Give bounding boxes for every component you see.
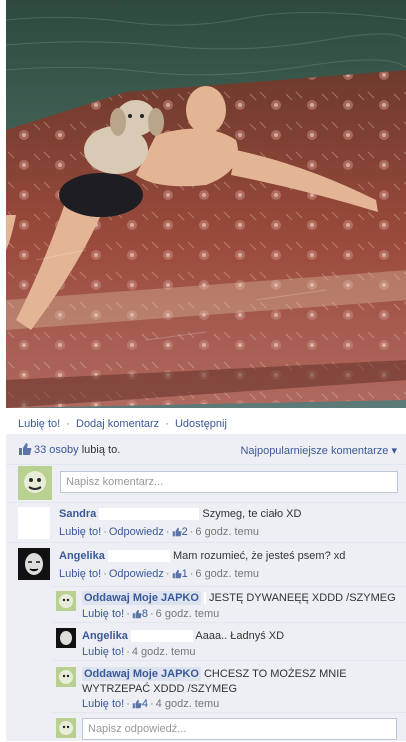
redacted-name	[107, 550, 170, 563]
reply-like-link[interactable]: Lubię to!	[82, 608, 124, 620]
avatar	[18, 507, 50, 539]
reply-meta: Lubię to! · 8 · 6 godz. temu	[82, 608, 220, 620]
comment-author[interactable]: Angelika	[59, 550, 105, 562]
reply-author[interactable]: Angelika	[82, 630, 128, 642]
comment-body: Angelika Mam rozumieć, że jesteś psem? x…	[59, 550, 346, 563]
reply-meta: Lubię to! · 4 godz. temu	[82, 646, 196, 658]
comment-reply-link[interactable]: Odpowiedz	[109, 568, 164, 580]
reply-composer: Napisz odpowiedź...	[52, 712, 406, 742]
likes-count[interactable]: 33 osoby	[34, 444, 79, 456]
reply-text: JESTĘ DYWANEĘĘ XDDD /SZYMEG	[209, 592, 396, 604]
reply-input[interactable]: Napisz odpowiedź...	[82, 718, 397, 740]
thumbs-up-icon	[132, 609, 142, 619]
thumbs-up-icon	[172, 527, 182, 537]
reply-time[interactable]: 4 godz. temu	[156, 698, 220, 710]
reply-body: Oddawaj Moje JAPKO CHCESZ TO MOŻESZ MNIE	[82, 667, 347, 681]
comment-likes-count[interactable]: 1	[182, 568, 188, 580]
redacted-name	[203, 592, 206, 605]
reply-body: Angelika Aaaa.. Ładnyś XD	[82, 630, 285, 643]
sort-comments-dropdown[interactable]: Najpopularniejsze komentarze ▾	[240, 444, 397, 457]
comment-meta: Lubię to! · Odpowiedz · 2 · 6 godz. temu	[59, 526, 259, 538]
reply-text: Aaaa.. Ładnyś XD	[195, 630, 285, 642]
avatar	[18, 466, 52, 500]
avatar	[18, 548, 50, 580]
comment: Angelika Mam rozumieć, że jesteś psem? x…	[6, 542, 406, 587]
avatar	[56, 591, 76, 611]
reply-body: Oddawaj Moje JAPKO JESTĘ DYWANEĘĘ XDDD /…	[82, 591, 396, 605]
post-photo[interactable]	[6, 0, 406, 408]
comment-composer: Napisz komentarz...	[6, 464, 406, 503]
avatar	[56, 718, 76, 738]
avatar	[56, 667, 76, 687]
reply-text-line2: WYTRZEPAĆ XDDD /SZYMEG	[82, 683, 238, 695]
post-actions: Lubię to! · Dodaj komentarz · Udostępnij	[18, 418, 227, 430]
separator: ·	[165, 418, 169, 430]
thumbs-up-icon	[172, 569, 182, 579]
likes-summary: 33 osoby lubią to. Najpopularniejsze kom…	[6, 434, 406, 464]
comment-input[interactable]: Napisz komentarz...	[60, 471, 398, 493]
reply: Oddawaj Moje JAPKO JESTĘ DYWANEĘĘ XDDD /…	[52, 586, 406, 623]
comment: Sandra Szymeg, te ciało XD Lubię to! · Odp…	[6, 502, 406, 543]
thumbs-up-icon	[132, 699, 142, 709]
reply-like-link[interactable]: Lubię to!	[82, 698, 124, 710]
separator: ·	[66, 418, 70, 430]
comments-panel: 33 osoby lubią to. Najpopularniejsze kom…	[6, 434, 406, 741]
comment-likes-count[interactable]: 2	[182, 526, 188, 538]
comment-time[interactable]: 6 godz. temu	[195, 568, 259, 580]
redacted-name	[130, 630, 193, 643]
like-post-link[interactable]: Lubię to!	[18, 418, 60, 430]
reply-meta: Lubię to! · 4 · 4 godz. temu	[82, 698, 220, 710]
comment-like-link[interactable]: Lubię to!	[59, 568, 101, 580]
reply-time[interactable]: 4 godz. temu	[132, 646, 196, 658]
reply: Oddawaj Moje JAPKO CHCESZ TO MOŻESZ MNIE…	[52, 660, 406, 713]
redacted-name	[99, 508, 200, 521]
comment-time[interactable]: 6 godz. temu	[195, 526, 259, 538]
comment-text: Mam rozumieć, że jesteś psem? xd	[172, 550, 346, 562]
likes-text: 33 osoby lubią to.	[34, 444, 120, 456]
thumbs-up-icon	[19, 443, 32, 455]
comment-body: Sandra Szymeg, te ciało XD	[59, 508, 302, 521]
reply-time[interactable]: 6 godz. temu	[156, 608, 220, 620]
reply-text: CHCESZ TO MOŻESZ MNIE	[203, 668, 347, 680]
add-comment-link[interactable]: Dodaj komentarz	[76, 418, 159, 430]
comment-reply-link[interactable]: Odpowiedz	[109, 526, 164, 538]
comment-like-link[interactable]: Lubię to!	[59, 526, 101, 538]
comment-meta: Lubię to! · Odpowiedz · 1 · 6 godz. temu	[59, 568, 259, 580]
reply: Angelika Aaaa.. Ładnyś XD Lubię to! · 4 go…	[52, 622, 406, 661]
comment-text: Szymeg, te ciało XD	[202, 508, 302, 520]
reply-author[interactable]: Oddawaj Moje JAPKO	[82, 667, 201, 681]
reply-author[interactable]: Oddawaj Moje JAPKO	[82, 591, 201, 605]
comment-author[interactable]: Sandra	[59, 508, 96, 520]
share-link[interactable]: Udostępnij	[175, 418, 227, 430]
reply-like-link[interactable]: Lubię to!	[82, 646, 124, 658]
avatar	[56, 628, 76, 648]
likes-suffix: lubią to.	[81, 444, 121, 456]
